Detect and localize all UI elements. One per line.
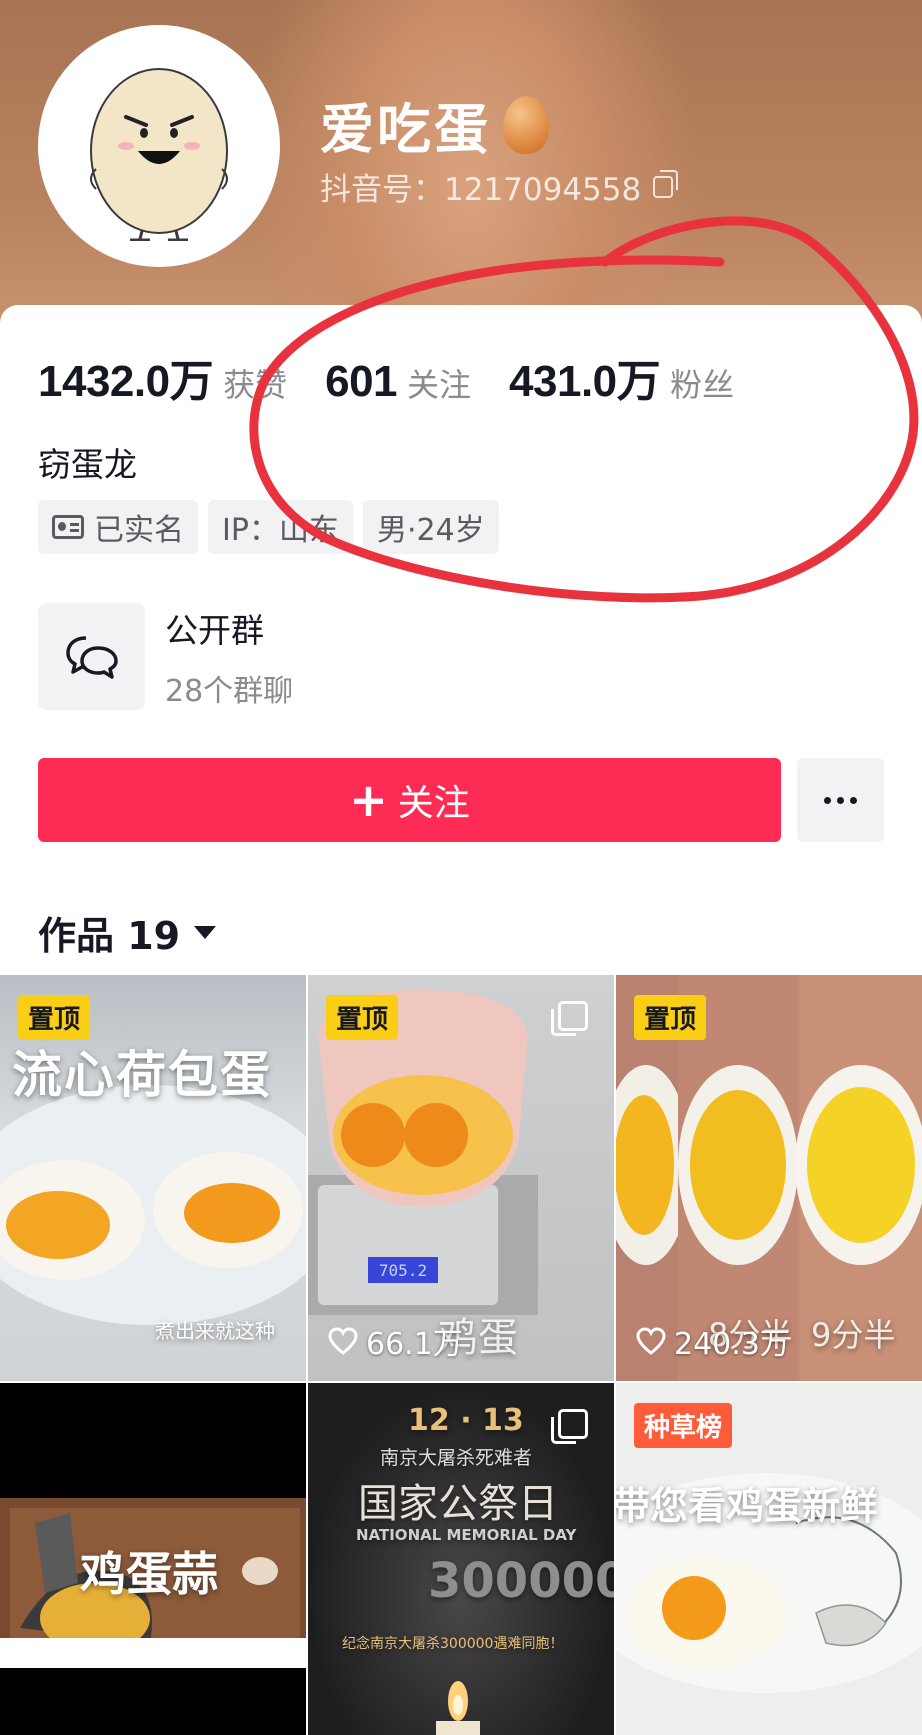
tile-title: 鸡蛋蒜 xyxy=(80,1547,218,1601)
like-count: 240.3万 xyxy=(636,1319,790,1363)
tile-title: 国家公祭日 xyxy=(358,1481,558,1527)
memorial-subtitle: 南京大屠杀死难者 xyxy=(380,1447,533,1469)
tile-title: 带您看鸡蛋新鲜 xyxy=(616,1484,879,1528)
group-title: 公开群 xyxy=(165,610,264,650)
video-tile[interactable]: 12 · 13 南京大屠杀死难者 国家公祭日 NATIONAL MEMORIAL… xyxy=(308,1383,614,1735)
multi-image-icon xyxy=(551,1409,588,1444)
scale-reading: 705.2 xyxy=(379,1261,427,1280)
more-dot-icon xyxy=(824,796,831,804)
follow-button[interactable]: + 关注 xyxy=(38,758,781,842)
chat-bubbles-icon xyxy=(65,635,118,679)
more-dot-icon xyxy=(850,796,857,804)
works-tab-label: 作品 19 xyxy=(38,914,181,958)
heart-icon xyxy=(328,1327,358,1355)
pinned-badge: 置顶 xyxy=(18,995,91,1040)
pinned-badge: 置顶 xyxy=(326,995,399,1040)
public-group[interactable]: 公开群 28个群聊 xyxy=(38,603,293,710)
video-tile[interactable]: 鸡蛋蒜 xyxy=(0,1383,306,1735)
memorial-date: 12 · 13 xyxy=(408,1403,524,1438)
multi-image-icon xyxy=(551,1001,588,1036)
pinned-badge: 置顶 xyxy=(634,995,707,1040)
like-count: 66.1万 xyxy=(328,1319,463,1363)
plus-icon: + xyxy=(349,773,388,827)
works-tab[interactable]: 作品 19 xyxy=(38,905,217,960)
tile-title: 9分半 xyxy=(811,1316,896,1354)
like-count-text: 240.3万 xyxy=(674,1327,790,1362)
follow-button-label: 关注 xyxy=(397,783,470,824)
ranking-badge: 种草榜 xyxy=(634,1403,733,1448)
video-tile[interactable]: 705.2 置顶 鸡蛋 66.1万 xyxy=(308,975,614,1381)
heart-icon xyxy=(636,1327,666,1355)
video-tile[interactable]: 置顶 流心荷包蛋 煮出来就这种 xyxy=(0,975,306,1381)
more-options-button[interactable] xyxy=(797,758,884,842)
tile-caption: 煮出来就这种 xyxy=(155,1319,275,1343)
video-tile[interactable]: 置顶 8分半 9分半 240.3万 xyxy=(616,975,922,1381)
group-icon-box xyxy=(38,603,145,710)
video-grid: 置顶 流心荷包蛋 煮出来就这种 705.2 置顶 鸡蛋 66.1万 置顶 8分半… xyxy=(0,975,922,1735)
video-tile[interactable]: 种草榜 带您看鸡蛋新鲜 xyxy=(616,1383,922,1735)
more-dot-icon xyxy=(837,796,844,804)
like-count-text: 66.1万 xyxy=(366,1327,463,1362)
memorial-count: 300000 xyxy=(428,1553,614,1609)
tile-title: 流心荷包蛋 xyxy=(12,1046,272,1104)
memorial-footer: 纪念南京大屠杀300000遇难同胞！ xyxy=(342,1636,564,1652)
caret-down-icon xyxy=(194,926,217,939)
group-subtitle: 28个群聊 xyxy=(165,673,294,709)
group-text: 公开群 28个群聊 xyxy=(165,604,293,710)
memorial-english: NATIONAL MEMORIAL DAY xyxy=(356,1526,577,1544)
